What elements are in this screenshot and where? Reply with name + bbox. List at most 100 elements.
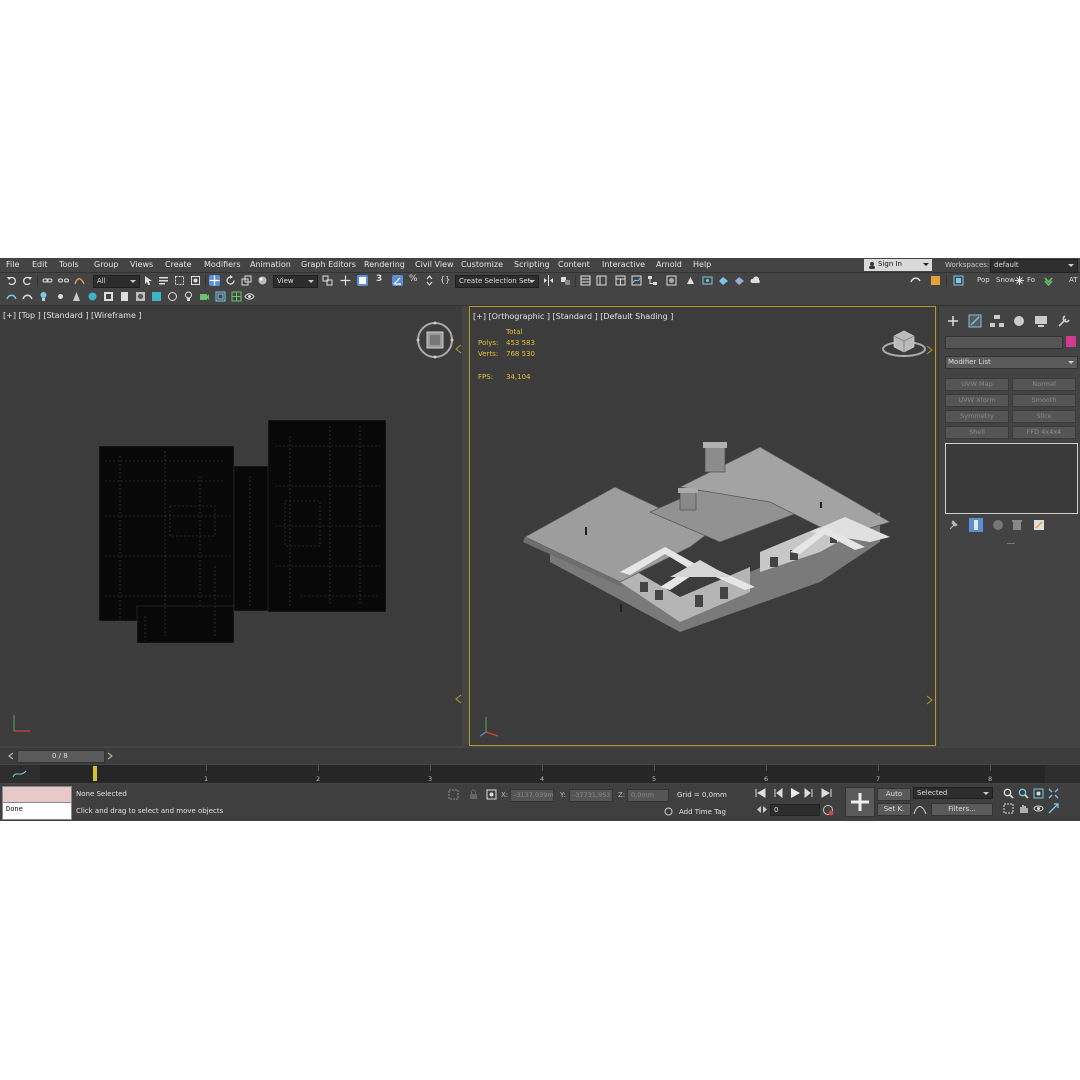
scale-icon[interactable] <box>241 275 252 286</box>
current-frame-field[interactable]: 0 <box>770 804 820 816</box>
menu-create[interactable]: Create <box>165 260 192 269</box>
viewport-label[interactable]: [+] [Orthographic ] [Standard ] [Default… <box>473 312 673 321</box>
mirror-icon[interactable] <box>543 275 554 286</box>
shader-ball-icon[interactable] <box>87 291 98 302</box>
show-end-result-icon[interactable] <box>969 518 983 532</box>
scene-explorer-icon[interactable] <box>580 275 591 286</box>
modifier-button-uvw-xform[interactable]: UVW Xform <box>945 394 1009 407</box>
eye-icon[interactable] <box>244 291 255 302</box>
rectangular-selection-icon[interactable] <box>174 275 185 286</box>
zoom-all-icon[interactable] <box>1018 788 1029 799</box>
workspaces-select[interactable]: default <box>990 259 1078 273</box>
time-slider[interactable]: 0 / 8 <box>0 748 1080 764</box>
menu-file[interactable]: File <box>6 260 19 269</box>
track-bar-area[interactable]: 1 2 3 4 5 6 7 8 <box>40 765 1045 783</box>
modify-tab-icon[interactable] <box>967 314 983 328</box>
material-editor-icon[interactable] <box>666 275 677 286</box>
arnold-skydome-icon[interactable] <box>22 291 33 302</box>
modifier-button-normal[interactable]: Normal <box>1012 378 1076 391</box>
menu-graph-editors[interactable]: Graph Editors <box>301 260 356 269</box>
key-tangent-icon[interactable] <box>913 803 927 815</box>
menu-civil-view[interactable]: Civil View <box>415 260 454 269</box>
menu-content[interactable]: Content <box>558 260 590 269</box>
time-configuration-icon[interactable] <box>822 804 834 816</box>
time-tag-icon[interactable] <box>664 807 673 816</box>
light-bulb-icon[interactable] <box>38 291 49 302</box>
orbit-icon[interactable] <box>1033 803 1044 814</box>
sun-icon[interactable] <box>55 291 66 302</box>
spinner-snap-icon[interactable] <box>424 275 435 286</box>
modifier-button-symmetry[interactable]: Symmetry <box>945 410 1009 423</box>
go-to-end-icon[interactable] <box>820 788 832 798</box>
maxscript-listener-input[interactable] <box>2 786 72 803</box>
menu-animation[interactable]: Animation <box>250 260 291 269</box>
render-production-icon[interactable] <box>718 275 729 286</box>
plugin-window-icon[interactable] <box>953 275 964 286</box>
object-color-swatch[interactable] <box>1066 336 1076 347</box>
redo-icon[interactable] <box>22 275 33 286</box>
cone-icon[interactable] <box>71 291 82 302</box>
previous-key-icon[interactable] <box>772 788 784 798</box>
layer-explorer-icon[interactable] <box>596 275 607 286</box>
arnold-light-icon[interactable] <box>6 291 17 302</box>
panel-splitter[interactable] <box>1007 543 1015 544</box>
x-coordinate-field[interactable]: -3137,039m <box>510 789 554 802</box>
next-frame-icon[interactable] <box>106 752 114 760</box>
hierarchy-tab-icon[interactable] <box>989 314 1005 328</box>
modifier-button-smooth[interactable]: Smooth <box>1012 394 1076 407</box>
schematic-view-icon[interactable] <box>647 275 658 286</box>
menu-customize[interactable]: Customize <box>461 260 503 269</box>
unlink-icon[interactable] <box>58 275 69 286</box>
viewcube-perspective[interactable] <box>880 323 928 359</box>
rotate-icon[interactable] <box>225 275 236 286</box>
current-frame-marker[interactable] <box>93 766 97 781</box>
snowflake-icon[interactable] <box>1014 275 1025 286</box>
add-time-tag[interactable]: Add Time Tag <box>679 808 726 816</box>
menu-help[interactable]: Help <box>693 260 711 269</box>
zoom-icon[interactable] <box>1003 788 1014 799</box>
pin-stack-icon[interactable] <box>947 519 959 531</box>
modifier-stack-list[interactable] <box>945 443 1078 514</box>
key-filters-button[interactable]: Filters... <box>931 803 993 816</box>
selection-filter-dropdown[interactable]: All <box>93 275 140 288</box>
create-tab-plus-icon[interactable] <box>945 314 961 328</box>
modifier-button-uvw-map[interactable]: UVW Map <box>945 378 1009 391</box>
zoom-extents-all-icon[interactable] <box>1048 788 1059 799</box>
pivot-center-icon[interactable] <box>322 275 333 286</box>
y-coordinate-field[interactable]: -37731,953 <box>569 789 613 802</box>
remove-modifier-trash-icon[interactable] <box>1011 519 1023 531</box>
selection-lock-icon[interactable] <box>468 789 479 800</box>
snow-label[interactable]: Snow <box>996 276 1015 284</box>
toggle-ribbon-icon[interactable] <box>615 275 626 286</box>
modifier-button-slice[interactable]: Slice <box>1012 410 1076 423</box>
set-key-mode-button[interactable]: Set K. <box>877 803 911 816</box>
rendered-frame-window-icon[interactable] <box>702 275 713 286</box>
place-icon[interactable] <box>257 275 268 286</box>
play-icon[interactable] <box>789 787 801 799</box>
named-selection-set-dropdown[interactable]: Create Selection Set <box>455 275 539 288</box>
at-label[interactable]: AT <box>1069 276 1078 284</box>
viewcube-top[interactable] <box>413 318 457 362</box>
frame-icon[interactable] <box>215 291 226 302</box>
modifier-button-shell[interactable]: Shell <box>945 426 1009 439</box>
curve-editor-icon[interactable] <box>631 275 642 286</box>
volume-icon[interactable] <box>135 291 146 302</box>
menu-arnold[interactable]: Arnold <box>656 260 682 269</box>
sign-in-dropdown[interactable]: Sign In <box>864 259 932 271</box>
menu-interactive[interactable]: Interactive <box>602 260 645 269</box>
motion-tab-icon[interactable] <box>1011 314 1027 328</box>
key-filter-dropdown[interactable]: Selected <box>913 787 993 799</box>
angle-snap-button[interactable] <box>392 275 403 286</box>
arnold-render-icon[interactable] <box>910 275 921 286</box>
make-unique-icon[interactable] <box>992 519 1004 531</box>
modifier-button-ffd[interactable]: FFD 4x4x4 <box>1012 426 1076 439</box>
previous-frame-icon[interactable] <box>7 752 15 760</box>
track-bar[interactable]: 1 2 3 4 5 6 7 8 <box>0 765 1080 783</box>
bulb-outline-icon[interactable] <box>183 291 194 302</box>
window-crossing-icon[interactable] <box>190 275 201 286</box>
maxscript-listener-output[interactable]: Done <box>2 802 72 820</box>
z-coordinate-field[interactable]: 0,0mm <box>627 789 669 802</box>
display-tab-icon[interactable] <box>1033 314 1049 328</box>
configure-modifier-sets-icon[interactable] <box>1033 519 1045 531</box>
pan-hand-icon[interactable] <box>1018 803 1029 814</box>
